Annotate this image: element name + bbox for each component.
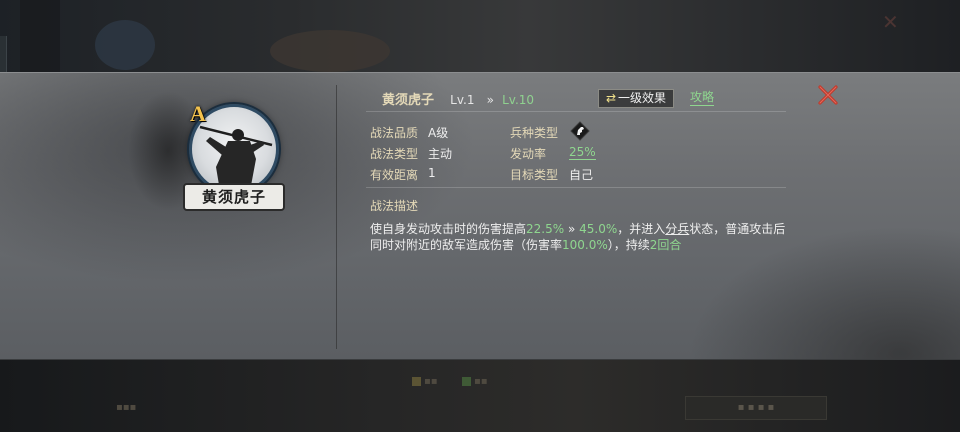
tactic-detail-panel: A 黄须虎子 黄须虎子 Lv.1 » Lv.10 ⇄ 一级效果 攻略 战法品质 A… bbox=[0, 72, 960, 360]
range-label: 有效距离 bbox=[370, 168, 419, 182]
desc-arrow: » bbox=[564, 222, 580, 236]
desc-damage-rate: 100.0% bbox=[562, 238, 608, 252]
background-scene-bottom: ▪▪ ▪▪ ▪▪▪ ▪ ▪ ▪ ▪ bbox=[0, 358, 960, 432]
tactic-name-plate: 黄须虎子 bbox=[183, 183, 285, 211]
description-title: 战法描述 bbox=[370, 199, 419, 213]
background-left-label: ▪▪▪ bbox=[116, 402, 137, 413]
range-value: 1 bbox=[428, 166, 436, 180]
background-close-icon: ✕ bbox=[882, 10, 899, 34]
desc-duration: 2回合 bbox=[649, 238, 682, 252]
target-type-value: 自己 bbox=[569, 168, 594, 182]
background-scene-top: ✕ bbox=[0, 0, 960, 72]
close-button[interactable] bbox=[816, 83, 840, 107]
level-current: Lv.1 bbox=[450, 93, 475, 107]
background-warrior bbox=[270, 30, 390, 72]
tactic-type-label: 战法类型 bbox=[370, 147, 419, 161]
background-option-1: ▪▪ bbox=[412, 376, 438, 387]
tactic-header: 黄须虎子 Lv.1 » Lv.10 bbox=[382, 89, 534, 109]
tactic-description: 使自身发动攻击时的伤害提高22.5% » 45.0%，并进入分兵状态，普通攻击后… bbox=[370, 221, 790, 253]
desc-segment: 使自身发动攻击时的伤害提高 bbox=[370, 222, 527, 236]
header-divider bbox=[366, 111, 786, 112]
tactic-grade-badge: A bbox=[190, 101, 206, 126]
trigger-rate-value[interactable]: 25% bbox=[569, 145, 596, 160]
swap-arrows-icon: ⇄ bbox=[605, 91, 617, 105]
close-icon bbox=[818, 85, 838, 105]
desc-segment: ，并进入 bbox=[617, 222, 666, 236]
quality-value: A级 bbox=[428, 126, 449, 140]
trigger-rate-label: 发动率 bbox=[510, 147, 547, 161]
level-effect-toggle-button[interactable]: ⇄ 一级效果 bbox=[598, 89, 674, 108]
background-option-2: ▪▪ bbox=[462, 376, 488, 387]
target-type-label: 目标类型 bbox=[510, 168, 559, 182]
cavalry-horse-icon bbox=[570, 121, 590, 141]
background-button: ▪ ▪ ▪ ▪ bbox=[685, 396, 827, 420]
vertical-divider bbox=[336, 85, 337, 349]
tactic-title: 黄须虎子 bbox=[382, 93, 435, 108]
level-arrow-icon: » bbox=[486, 93, 494, 107]
attributes-divider bbox=[366, 187, 786, 188]
desc-value-max: 45.0% bbox=[579, 222, 618, 236]
tactic-type-value: 主动 bbox=[428, 147, 453, 161]
desc-segment: ），持续 bbox=[607, 238, 650, 252]
quality-label: 战法品质 bbox=[370, 126, 419, 140]
guide-link[interactable]: 攻略 bbox=[690, 90, 715, 106]
split-troops-status-link[interactable]: 分兵 bbox=[665, 222, 689, 236]
background-banner bbox=[95, 20, 155, 70]
troop-type-label: 兵种类型 bbox=[510, 126, 559, 140]
level-effect-label: 一级效果 bbox=[618, 91, 667, 105]
level-max: Lv.10 bbox=[502, 93, 535, 107]
desc-value-base: 22.5% bbox=[526, 222, 565, 236]
background-figure bbox=[20, 0, 60, 72]
